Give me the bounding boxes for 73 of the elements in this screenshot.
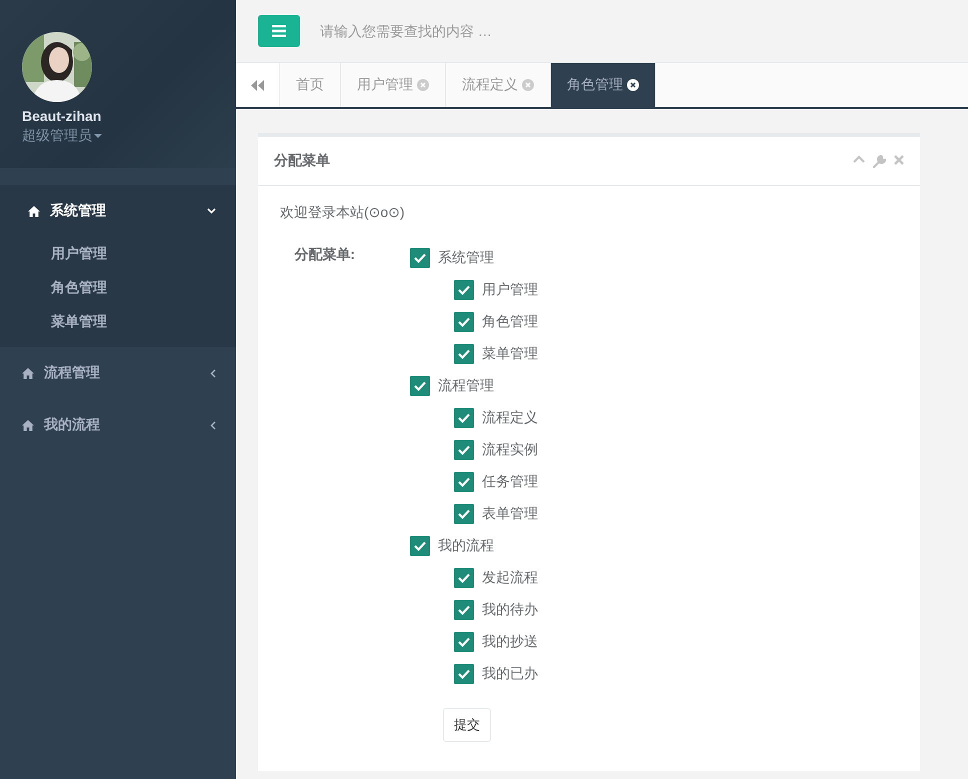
checkbox-label: 系统管理 <box>438 249 494 267</box>
checkbox[interactable] <box>454 344 474 364</box>
tab[interactable]: 角色管理 <box>551 63 656 107</box>
field-label: 分配菜单: <box>294 246 355 262</box>
checkbox[interactable] <box>454 504 474 524</box>
checkmark-icon <box>458 317 470 327</box>
menu-button[interactable] <box>258 15 300 47</box>
sidebar-item-label: 我的流程 <box>44 416 101 434</box>
checkmark-icon <box>458 445 470 455</box>
chevron-left-icon <box>210 420 216 430</box>
checkbox[interactable] <box>454 664 474 684</box>
checkbox[interactable] <box>454 280 474 300</box>
checkmark-icon <box>458 285 470 295</box>
caret-icon <box>94 134 102 138</box>
checkbox-label: 菜单管理 <box>482 345 538 363</box>
scroll-left-button[interactable] <box>236 63 280 107</box>
checkbox[interactable] <box>454 408 474 428</box>
double-left-icon <box>251 80 264 90</box>
home-icon <box>22 420 34 430</box>
menu-icon <box>272 25 286 37</box>
checkmark-icon <box>414 381 426 391</box>
checkmark-icon <box>458 413 470 423</box>
checkbox-label: 我的待办 <box>482 601 538 619</box>
sidebar-item[interactable]: 系统管理 <box>0 185 236 237</box>
sidebar-item[interactable]: 我的流程 <box>0 399 236 451</box>
panel-title: 分配菜单 <box>274 152 331 170</box>
sidebar-subitem[interactable]: 角色管理 <box>0 271 236 305</box>
tab[interactable]: 用户管理 <box>341 63 446 107</box>
tab[interactable]: 首页 <box>280 63 341 107</box>
checkmark-icon <box>458 509 470 519</box>
close-icon[interactable] <box>627 79 639 91</box>
checkbox-label: 流程定义 <box>482 409 538 427</box>
chevron-down-icon <box>207 208 216 214</box>
search-field[interactable]: 请输入您需要查找的内容 … <box>318 22 722 40</box>
sidebar-subitem[interactable]: 用户管理 <box>0 237 236 271</box>
checkmark-icon <box>414 253 426 263</box>
checkmark-icon <box>458 637 470 647</box>
chevron-left-icon <box>210 368 216 378</box>
checkmark-icon <box>414 541 426 551</box>
welcome-text: 欢迎登录本站(⊙o⊙) <box>280 204 405 220</box>
checkbox[interactable] <box>410 248 430 268</box>
checkbox-label: 表单管理 <box>482 505 538 523</box>
submit-button[interactable]: 提交 <box>443 708 491 742</box>
checkbox-label: 任务管理 <box>482 473 538 491</box>
checkbox-label: 角色管理 <box>482 313 538 331</box>
checkmark-icon <box>458 477 470 487</box>
checkbox-label: 流程实例 <box>482 441 538 459</box>
checkbox-label: 我的已办 <box>482 665 538 683</box>
checkmark-icon <box>458 573 470 583</box>
user-role-dropdown[interactable]: 超级管理员 <box>22 127 102 145</box>
sidebar-subitem[interactable]: 菜单管理 <box>0 305 236 339</box>
checkbox[interactable] <box>454 600 474 620</box>
checkbox[interactable] <box>454 632 474 652</box>
checkbox[interactable] <box>454 312 474 332</box>
user-name: Beaut-zihan <box>22 108 102 124</box>
sidebar-item-label: 系统管理 <box>50 202 107 220</box>
checkbox[interactable] <box>454 440 474 460</box>
checkbox[interactable] <box>410 376 430 396</box>
checkmark-icon <box>458 669 470 679</box>
checkbox-label: 我的流程 <box>438 537 494 555</box>
checkbox-label: 发起流程 <box>482 569 538 587</box>
checkmark-icon <box>458 349 470 359</box>
checkbox-label: 我的抄送 <box>482 633 538 651</box>
home-icon <box>22 368 34 378</box>
checkbox-label: 流程管理 <box>438 377 494 395</box>
checkbox[interactable] <box>410 536 430 556</box>
checkbox-label: 用户管理 <box>482 281 538 299</box>
sidebar-item-label: 流程管理 <box>44 364 101 382</box>
checkmark-icon <box>458 605 470 615</box>
checkbox[interactable] <box>454 568 474 588</box>
home-icon <box>28 206 40 216</box>
sidebar-item[interactable]: 流程管理 <box>0 347 236 399</box>
checkbox[interactable] <box>454 472 474 492</box>
